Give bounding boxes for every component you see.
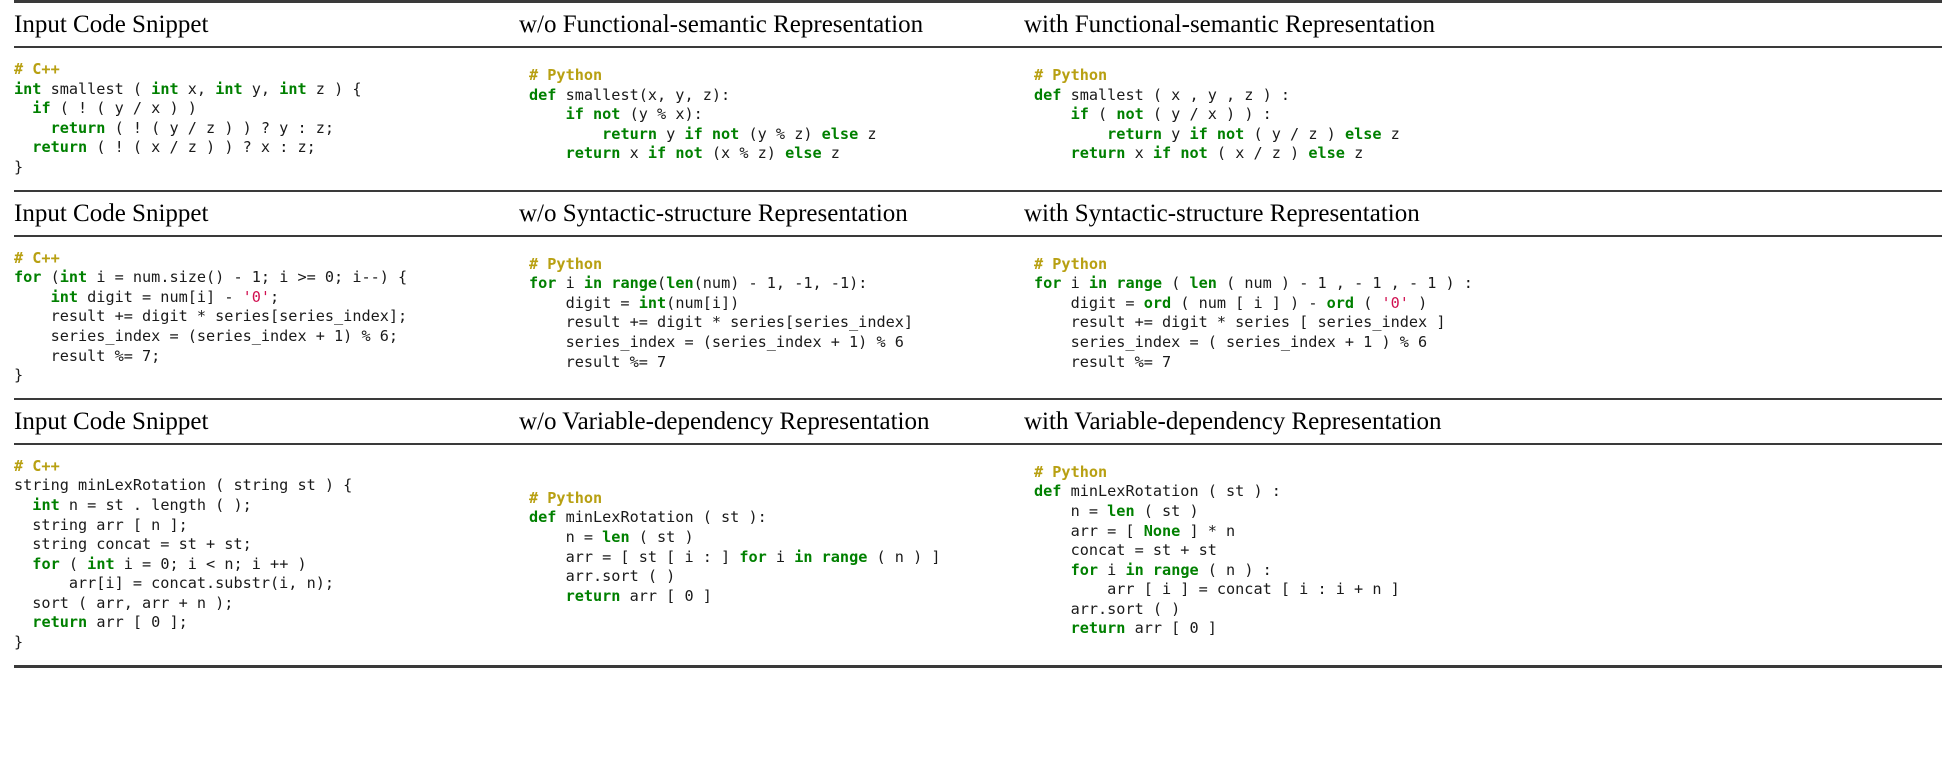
section-1-without-code-cell: # Python def smallest(x, y, z): if not (… [519, 48, 1024, 176]
section-3-header-row: Input Code Snippet w/o Variable-dependen… [14, 400, 1942, 443]
language-comment: # Python [1034, 462, 1108, 481]
section-3-header-input: Input Code Snippet [14, 407, 209, 435]
section-2-without-code-cell: # Python for i in range(len(num) - 1, -1… [519, 237, 1024, 385]
section-2-header-without: w/o Syntactic-structure Representation [519, 199, 908, 227]
section-1-without-code: # Python def smallest(x, y, z): if not (… [529, 66, 877, 163]
comparison-table: Input Code Snippet w/o Functional-semant… [0, 0, 1956, 668]
table-bottom-rule [14, 664, 1942, 668]
language-comment: # Python [529, 254, 603, 273]
section-2-with-code-cell: # Python for i in range ( len ( num ) - … [1024, 237, 1942, 385]
section-2-with-code: # Python for i in range ( len ( num ) - … [1034, 254, 1473, 371]
section-2-input-code-cell: # C++ for (int i = num.size() - 1; i >= … [14, 237, 519, 398]
section-2-header-input: Input Code Snippet [14, 199, 209, 227]
section-2-input-code: # C++ for (int i = num.size() - 1; i >= … [14, 248, 408, 385]
section-3-without-code: # Python def minLexRotation ( st ): n = … [529, 488, 941, 605]
section-2-header-with: with Syntactic-structure Representation [1024, 199, 1420, 227]
section-1-input-code-cell: # C++ int smallest ( int x, int y, int z… [14, 48, 519, 190]
section-3-body-row: # C++ string minLexRotation ( string st … [14, 445, 1942, 665]
section-2-header-row: Input Code Snippet w/o Syntactic-structu… [14, 192, 1942, 235]
section-1-header-with: with Functional-semantic Representation [1024, 11, 1436, 38]
language-comment: # Python [1034, 254, 1108, 273]
section-3-without-code-cell: # Python def minLexRotation ( st ): n = … [519, 445, 1024, 619]
section-1-with-code-cell: # Python def smallest ( x , y , z ) : if… [1024, 48, 1942, 176]
language-comment: # Python [1034, 66, 1108, 84]
section-3-with-code: # Python def minLexRotation ( st ) : n =… [1034, 462, 1400, 638]
section-2-body-row: # C++ for (int i = num.size() - 1; i >= … [14, 237, 1942, 398]
section-2-without-code: # Python for i in range(len(num) - 1, -1… [529, 254, 914, 371]
section-1-input-code: # C++ int smallest ( int x, int y, int z… [14, 60, 362, 176]
section-3-with-code-cell: # Python def minLexRotation ( st ) : n =… [1024, 445, 1942, 651]
section-1-header-input: Input Code Snippet [14, 11, 209, 38]
section-3-input-code-cell: # C++ string minLexRotation ( string st … [14, 445, 519, 665]
section-3-header-without: w/o Variable-dependency Representation [519, 407, 930, 435]
section-1-header-row: Input Code Snippet w/o Functional-semant… [14, 3, 1942, 46]
language-comment: # C++ [14, 248, 60, 267]
language-comment: # C++ [14, 60, 60, 78]
section-3-header-with: with Variable-dependency Representation [1024, 407, 1442, 435]
section-3-input-code: # C++ string minLexRotation ( string st … [14, 456, 353, 652]
section-1-header-without: w/o Functional-semantic Representation [519, 11, 924, 38]
language-comment: # Python [529, 66, 603, 84]
section-1-with-code: # Python def smallest ( x , y , z ) : if… [1034, 66, 1400, 163]
language-comment: # Python [529, 488, 603, 507]
language-comment: # C++ [14, 456, 60, 475]
section-1-body-row: # C++ int smallest ( int x, int y, int z… [14, 48, 1942, 190]
